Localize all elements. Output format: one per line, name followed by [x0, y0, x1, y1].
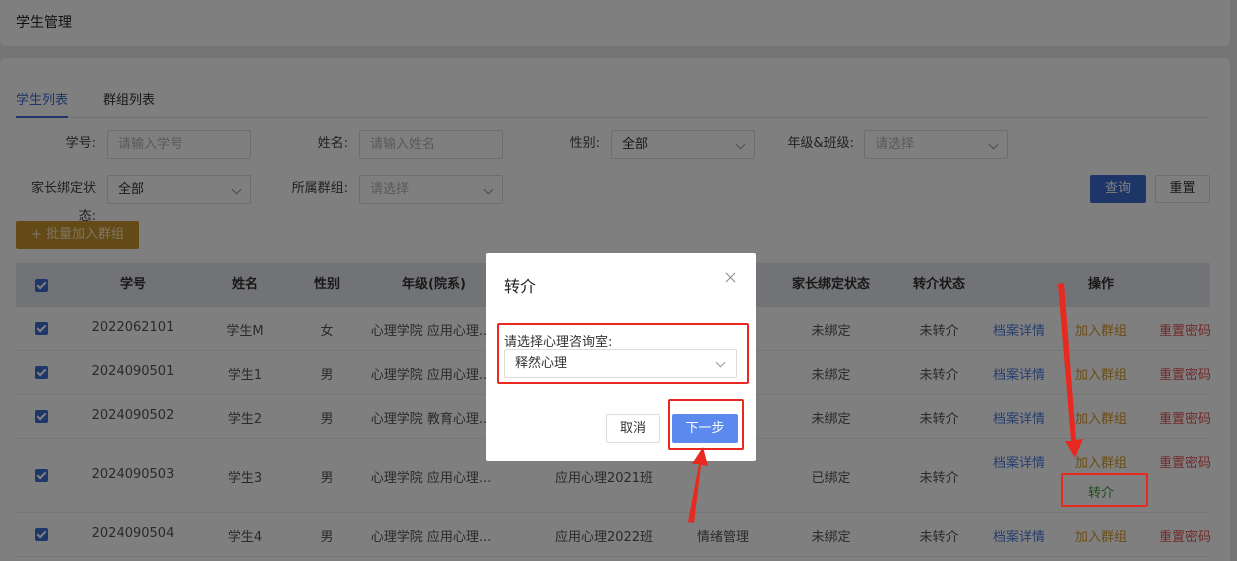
annotation-arrows [688, 283, 1083, 523]
arrow-up-icon [688, 447, 708, 523]
arrow-down-icon [1058, 283, 1083, 458]
